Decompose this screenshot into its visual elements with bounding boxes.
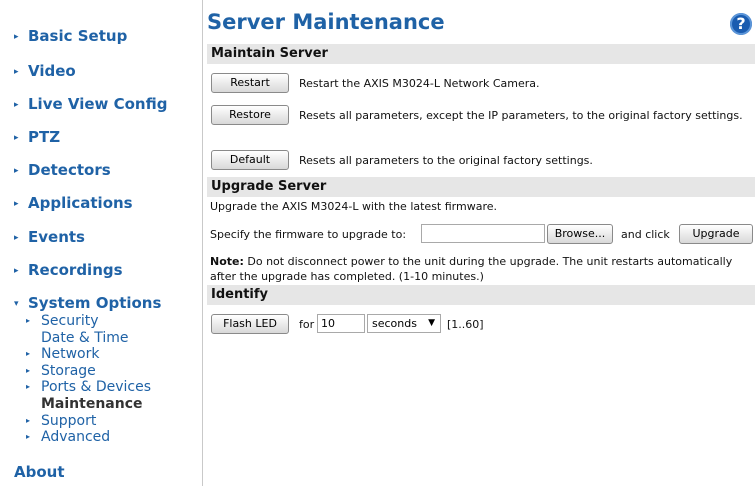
- duration-input[interactable]: 10: [317, 314, 365, 333]
- chevron-right-icon: ▸: [14, 266, 19, 276]
- chevron-right-icon: ▸: [14, 32, 19, 42]
- section-header-maintain-server: Maintain Server: [207, 44, 755, 64]
- sidebar-subitem-advanced[interactable]: ▸ Advanced: [26, 429, 110, 445]
- note-text: Do not disconnect power to the unit duri…: [210, 255, 733, 283]
- sidebar-subitem-date-time[interactable]: Date & Time: [41, 330, 129, 346]
- section-header-upgrade-server: Upgrade Server: [207, 177, 755, 197]
- duration-range-hint: [1..60]: [447, 318, 484, 331]
- sidebar-subitem-storage[interactable]: ▸ Storage: [26, 363, 96, 379]
- chevron-right-icon: ▸: [26, 382, 31, 391]
- chevron-right-icon: ▸: [14, 67, 19, 77]
- sidebar-item-recordings[interactable]: ▸ Recordings: [14, 261, 123, 279]
- browse-button[interactable]: Browse...: [547, 224, 613, 244]
- and-click-label: and click: [621, 228, 670, 241]
- chevron-right-icon: ▸: [26, 416, 31, 425]
- upgrade-intro: Upgrade the AXIS M3024-L with the latest…: [210, 200, 497, 213]
- page-title: Server Maintenance: [207, 10, 445, 34]
- sidebar-item-video[interactable]: ▸ Video: [14, 62, 76, 80]
- default-description: Resets all parameters to the original fa…: [299, 154, 593, 167]
- restart-button[interactable]: Restart: [211, 73, 289, 93]
- chevron-right-icon: ▸: [26, 349, 31, 358]
- sidebar-item-detectors[interactable]: ▸ Detectors: [14, 161, 111, 179]
- chevron-right-icon: ▸: [14, 133, 19, 143]
- sidebar-subitem-network[interactable]: ▸ Network: [26, 346, 99, 362]
- restore-description: Resets all parameters, except the IP par…: [299, 109, 743, 122]
- sidebar-item-system-options[interactable]: ▾ System Options: [14, 294, 161, 312]
- chevron-right-icon: ▸: [26, 366, 31, 375]
- chevron-right-icon: ▸: [14, 199, 19, 209]
- upgrade-note: Note: Do not disconnect power to the uni…: [210, 254, 755, 284]
- sidebar-item-events[interactable]: ▸ Events: [14, 228, 85, 246]
- sidebar-subitem-security[interactable]: ▸ Security: [26, 313, 99, 329]
- chevron-right-icon: ▸: [26, 432, 31, 441]
- help-icon[interactable]: ?: [730, 13, 752, 35]
- sidebar-item-applications[interactable]: ▸ Applications: [14, 194, 133, 212]
- sidebar-subitem-support[interactable]: ▸ Support: [26, 413, 96, 429]
- chevron-right-icon: ▸: [14, 166, 19, 176]
- for-label: for: [299, 318, 315, 331]
- firmware-file-input[interactable]: [421, 224, 545, 243]
- chevron-right-icon: ▸: [14, 100, 19, 110]
- specify-firmware-label: Specify the firmware to upgrade to:: [210, 228, 407, 241]
- chevron-down-icon: ▾: [14, 299, 19, 309]
- flash-led-button[interactable]: Flash LED: [211, 314, 289, 334]
- duration-unit-select[interactable]: seconds ▼: [367, 314, 441, 333]
- default-button[interactable]: Default: [211, 150, 289, 170]
- sidebar-item-about[interactable]: About: [14, 463, 65, 481]
- chevron-right-icon: ▸: [14, 233, 19, 243]
- upgrade-button[interactable]: Upgrade: [679, 224, 753, 244]
- dropdown-arrow-icon: ▼: [428, 318, 435, 328]
- note-label: Note:: [210, 255, 244, 268]
- sidebar-subitem-ports-devices[interactable]: ▸ Ports & Devices: [26, 379, 151, 395]
- main-content: Server Maintenance ? Maintain Server Res…: [207, 0, 755, 486]
- sidebar-item-ptz[interactable]: ▸ PTZ: [14, 128, 60, 146]
- restart-description: Restart the AXIS M3024-L Network Camera.: [299, 77, 540, 90]
- sidebar-subitem-maintenance: Maintenance: [41, 396, 143, 412]
- section-header-identify: Identify: [207, 285, 755, 305]
- sidebar-item-basic-setup[interactable]: ▸ Basic Setup: [14, 27, 127, 45]
- sidebar-item-live-view-config[interactable]: ▸ Live View Config: [14, 95, 167, 113]
- chevron-right-icon: ▸: [26, 316, 31, 325]
- duration-unit-value: seconds: [372, 317, 417, 330]
- sidebar-nav: ▸ Basic Setup ▸ Video ▸ Live View Config ▸ P…: [0, 0, 203, 486]
